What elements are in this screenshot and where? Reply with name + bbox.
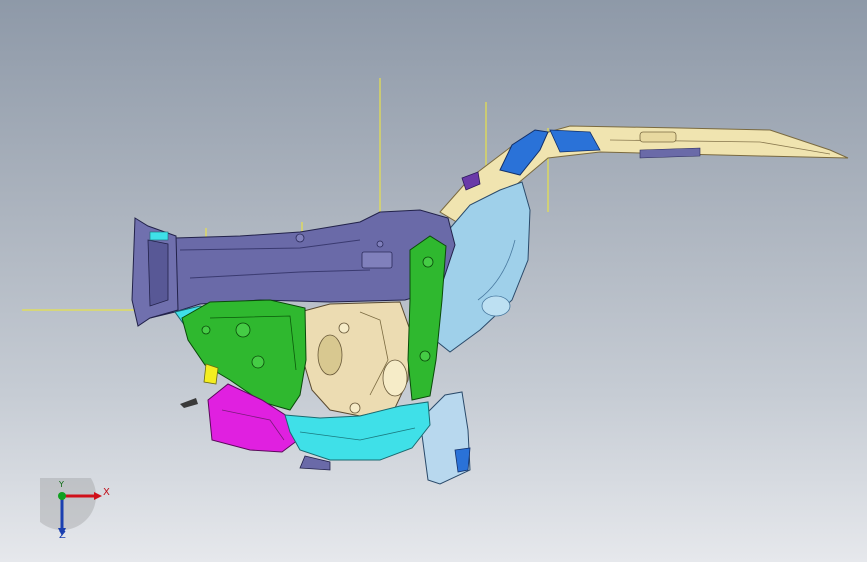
x-axis-arrow: [94, 492, 102, 500]
rail-purple-strip: [639, 147, 701, 159]
strut-hole: [422, 256, 434, 268]
vehicle-body-assembly-model[interactable]: [0, 0, 867, 562]
apron-pocket: [361, 251, 393, 269]
tower-boss-2: [317, 334, 343, 376]
cad-3d-viewport[interactable]: X Y Z: [0, 0, 867, 562]
strut-hole-2: [419, 350, 431, 362]
tower-hole-2: [349, 402, 361, 414]
tower-hole: [338, 322, 350, 334]
green-hole-3: [201, 325, 211, 335]
y-axis-label: Y: [59, 480, 64, 489]
z-axis-label: Z: [59, 530, 66, 541]
apron-hole: [295, 233, 305, 243]
center-tower-part[interactable]: [299, 301, 411, 417]
rail-slot: [639, 131, 677, 143]
green-hole: [235, 322, 251, 338]
y-axis-dot: [58, 492, 66, 500]
apron-hole-2: [376, 240, 384, 248]
mount-cyan-tab: [149, 231, 169, 241]
green-hole-2: [251, 355, 265, 369]
x-axis-label: X: [103, 487, 110, 498]
pillar-blue-tab: [454, 447, 471, 473]
hook-part: [180, 398, 198, 408]
mount-plate-face: [147, 239, 169, 307]
front-apron-part[interactable]: [139, 209, 456, 319]
triad-shadow: [28, 462, 96, 530]
yellow-clip[interactable]: [203, 363, 219, 385]
tower-boss: [382, 359, 408, 397]
shell-dome: [481, 295, 511, 317]
